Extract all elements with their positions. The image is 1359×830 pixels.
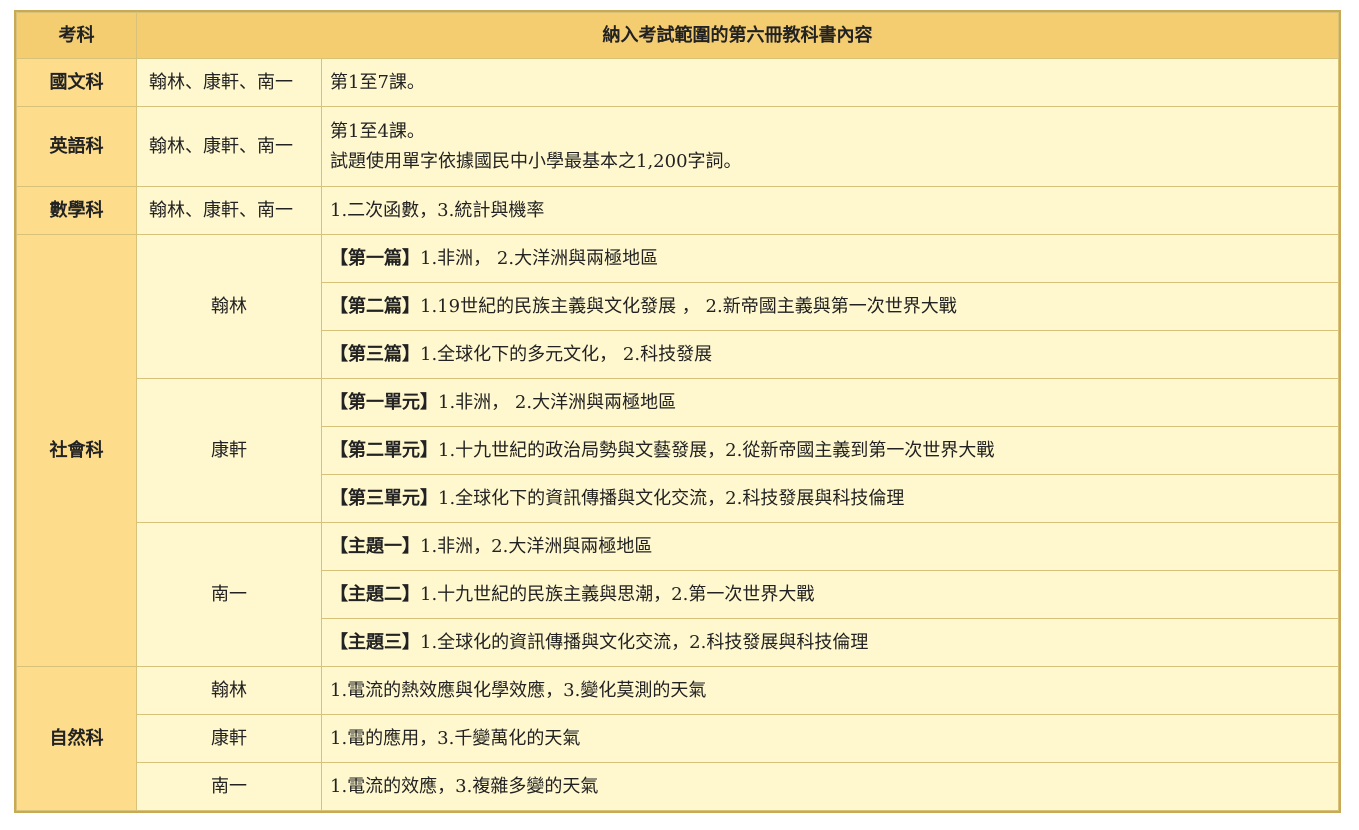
header-row: 考科 納入考試範圍的第六冊教科書內容 (16, 12, 1339, 59)
item-tag: 【第二單元】 (330, 439, 438, 461)
social-publisher-hanlin: 翰林 (136, 234, 322, 379)
social-item: 【第二單元】1.十九世紀的政治局勢與文藝發展，2.從新帝國主義到第一次世界大戰 (321, 426, 1339, 475)
item-tag: 【主題二】 (330, 583, 420, 605)
item-tag: 【第二篇】 (330, 295, 420, 317)
item-tag: 【主題三】 (330, 631, 420, 653)
item-text: 1.全球化的資訊傳播與文化交流，2.科技發展與科技倫理 (420, 631, 869, 653)
social-item: 【第三篇】1.全球化下的多元文化， 2.科技發展 (321, 330, 1339, 379)
header-content: 納入考試範圍的第六冊教科書內容 (136, 12, 1339, 59)
item-tag: 【第一篇】 (330, 247, 420, 269)
social-item: 【主題一】1.非洲，2.大洋洲與兩極地區 (321, 522, 1339, 571)
science-publisher: 翰林 (136, 666, 322, 715)
subject-english: 英語科 (16, 106, 137, 187)
chinese-content: 第1至7課。 (321, 58, 1339, 107)
item-tag: 【第三單元】 (330, 487, 438, 509)
item-text: 1.19世紀的民族主義與文化發展 ， 2.新帝國主義與第一次世界大戰 (420, 295, 957, 317)
social-row: 社會科 翰林 【第一篇】1.非洲， 2.大洋洲與兩極地區 (16, 234, 1339, 667)
item-text: 1.非洲， 2.大洋洲與兩極地區 (438, 391, 677, 413)
science-row: 自然科 翰林 1.電流的熱效應與化學效應，3.變化莫測的天氣 (16, 666, 1339, 811)
header-subject: 考科 (16, 12, 137, 59)
math-content: 1.二次函數，3.統計與機率 (321, 186, 1339, 235)
science-content: 1.電流的熱效應與化學效應，3.變化莫測的天氣 (321, 666, 1339, 715)
chinese-row: 國文科 翰林、康軒、南一 第1至7課。 (16, 58, 1339, 107)
social-item: 【主題三】1.全球化的資訊傳播與文化交流，2.科技發展與科技倫理 (321, 618, 1339, 667)
english-content-line2: 試題使用單字依據國民中小學最基本之1,200字詞。 (330, 150, 742, 172)
english-content-line1: 第1至4課。 (330, 120, 425, 142)
item-tag: 【主題一】 (330, 535, 420, 557)
science-row: 康軒 1.電的應用，3.千變萬化的天氣 (17, 714, 1339, 763)
social-item: 【第三單元】1.全球化下的資訊傳播與文化交流，2.科技發展與科技倫理 (321, 474, 1339, 523)
english-row: 英語科 翰林、康軒、南一 第1至4課。 試題使用單字依據國民中小學最基本之1,2… (16, 106, 1339, 187)
subject-science: 自然科 (16, 666, 137, 811)
subject-math: 數學科 (16, 186, 137, 235)
item-text: 1.十九世紀的政治局勢與文藝發展，2.從新帝國主義到第一次世界大戰 (438, 439, 995, 461)
social-publisher-nanyi: 南一 (136, 522, 322, 667)
social-item: 【第一單元】1.非洲， 2.大洋洲與兩極地區 (321, 378, 1339, 427)
social-publisher-kangxuan: 康軒 (136, 378, 322, 523)
exam-scope-table-container: 考科 納入考試範圍的第六冊教科書內容 國文科 翰林、康軒、南一 第1至7課。 英… (14, 10, 1341, 813)
exam-scope-table: 考科 納入考試範圍的第六冊教科書內容 國文科 翰林、康軒、南一 第1至7課。 英… (16, 12, 1339, 811)
subject-social: 社會科 (16, 234, 137, 667)
social-item: 【第一篇】1.非洲， 2.大洋洲與兩極地區 (321, 234, 1339, 283)
social-item: 【主題二】1.十九世紀的民族主義與思潮，2.第一次世界大戰 (321, 570, 1339, 619)
english-content: 第1至4課。 試題使用單字依據國民中小學最基本之1,200字詞。 (321, 106, 1339, 187)
english-publishers: 翰林、康軒、南一 (136, 106, 322, 187)
subject-chinese: 國文科 (16, 58, 137, 107)
social-row: 康軒 【第一單元】1.非洲， 2.大洋洲與兩極地區 (17, 378, 1339, 523)
item-text: 1.全球化下的資訊傳播與文化交流，2.科技發展與科技倫理 (438, 487, 905, 509)
social-item: 【第二篇】1.19世紀的民族主義與文化發展 ， 2.新帝國主義與第一次世界大戰 (321, 282, 1339, 331)
item-text: 1.全球化下的多元文化， 2.科技發展 (420, 343, 713, 365)
item-text: 1.非洲， 2.大洋洲與兩極地區 (420, 247, 659, 269)
math-row: 數學科 翰林、康軒、南一 1.二次函數，3.統計與機率 (16, 186, 1339, 235)
science-row: 南一 1.電流的效應，3.複雜多變的天氣 (17, 762, 1339, 811)
item-tag: 【第三篇】 (330, 343, 420, 365)
math-publishers: 翰林、康軒、南一 (136, 186, 322, 235)
chinese-publishers: 翰林、康軒、南一 (136, 58, 322, 107)
social-row: 南一 【主題一】1.非洲，2.大洋洲與兩極地區 (17, 522, 1339, 667)
science-publisher: 康軒 (136, 714, 322, 763)
science-content: 1.電的應用，3.千變萬化的天氣 (321, 714, 1339, 763)
item-text: 1.十九世紀的民族主義與思潮，2.第一次世界大戰 (420, 583, 815, 605)
item-text: 1.非洲，2.大洋洲與兩極地區 (420, 535, 653, 557)
science-publisher: 南一 (136, 762, 322, 811)
item-tag: 【第一單元】 (330, 391, 438, 413)
science-content: 1.電流的效應，3.複雜多變的天氣 (321, 762, 1339, 811)
